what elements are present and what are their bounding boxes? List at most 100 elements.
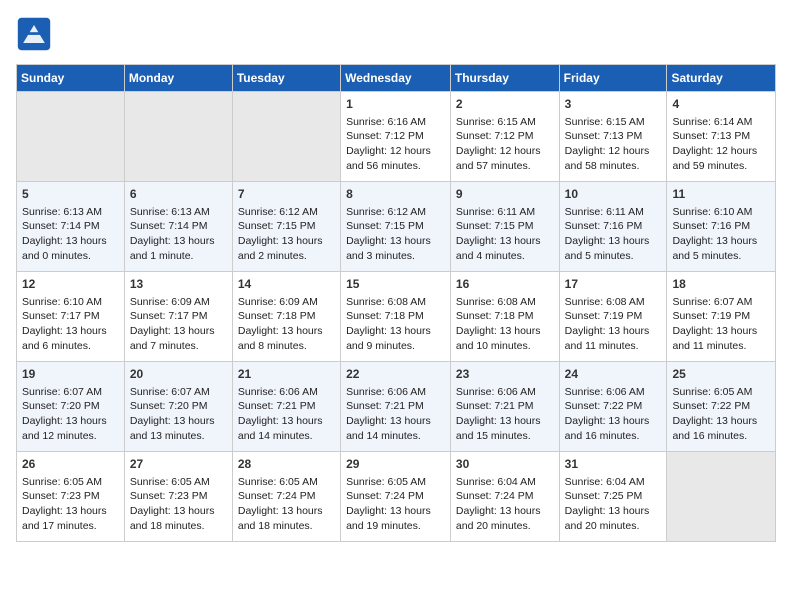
calendar-cell xyxy=(667,452,776,542)
calendar-cell xyxy=(232,92,340,182)
day-info: Sunrise: 6:11 AM Sunset: 7:16 PM Dayligh… xyxy=(565,205,662,264)
day-number: 23 xyxy=(456,366,554,383)
day-info: Sunrise: 6:07 AM Sunset: 7:20 PM Dayligh… xyxy=(22,385,119,444)
day-number: 25 xyxy=(672,366,770,383)
day-info: Sunrise: 6:06 AM Sunset: 7:22 PM Dayligh… xyxy=(565,385,662,444)
day-info: Sunrise: 6:06 AM Sunset: 7:21 PM Dayligh… xyxy=(238,385,335,444)
day-number: 10 xyxy=(565,186,662,203)
day-info: Sunrise: 6:11 AM Sunset: 7:15 PM Dayligh… xyxy=(456,205,554,264)
calendar-cell: 11 Sunrise: 6:10 AM Sunset: 7:16 PM Dayli… xyxy=(667,182,776,272)
day-info: Sunrise: 6:05 AM Sunset: 7:23 PM Dayligh… xyxy=(22,475,119,534)
page-header xyxy=(16,16,776,52)
day-number: 9 xyxy=(456,186,554,203)
calendar-header: SundayMondayTuesdayWednesdayThursdayFrid… xyxy=(17,65,776,92)
week-row-4: 26 Sunrise: 6:05 AM Sunset: 7:23 PM Dayli… xyxy=(17,452,776,542)
calendar-cell: 26 Sunrise: 6:05 AM Sunset: 7:23 PM Dayli… xyxy=(17,452,125,542)
calendar-cell: 20 Sunrise: 6:07 AM Sunset: 7:20 PM Dayli… xyxy=(124,362,232,452)
logo-icon xyxy=(16,16,52,52)
header-row: SundayMondayTuesdayWednesdayThursdayFrid… xyxy=(17,65,776,92)
day-number: 20 xyxy=(130,366,227,383)
calendar-cell: 23 Sunrise: 6:06 AM Sunset: 7:21 PM Dayli… xyxy=(450,362,559,452)
calendar-cell: 1Sunrise: 6:16 AM Sunset: 7:12 PM Daylig… xyxy=(341,92,451,182)
calendar-cell: 2 Sunrise: 6:15 AM Sunset: 7:12 PM Daylig… xyxy=(450,92,559,182)
calendar-cell: 19 Sunrise: 6:07 AM Sunset: 7:20 PM Dayli… xyxy=(17,362,125,452)
day-info: Sunrise: 6:13 AM Sunset: 7:14 PM Dayligh… xyxy=(22,205,119,264)
logo xyxy=(16,16,58,52)
calendar-cell: 5Sunrise: 6:13 AM Sunset: 7:14 PM Daylig… xyxy=(17,182,125,272)
day-number: 31 xyxy=(565,456,662,473)
day-number: 14 xyxy=(238,276,335,293)
calendar-cell: 16 Sunrise: 6:08 AM Sunset: 7:18 PM Dayli… xyxy=(450,272,559,362)
day-number: 18 xyxy=(672,276,770,293)
header-wednesday: Wednesday xyxy=(341,65,451,92)
calendar-table: SundayMondayTuesdayWednesdayThursdayFrid… xyxy=(16,64,776,542)
day-number: 21 xyxy=(238,366,335,383)
header-friday: Friday xyxy=(559,65,667,92)
calendar-cell: 31Sunrise: 6:04 AM Sunset: 7:25 PM Dayli… xyxy=(559,452,667,542)
calendar-cell: 15 Sunrise: 6:08 AM Sunset: 7:18 PM Dayli… xyxy=(341,272,451,362)
day-number: 16 xyxy=(456,276,554,293)
day-number: 8 xyxy=(346,186,445,203)
day-info: Sunrise: 6:06 AM Sunset: 7:21 PM Dayligh… xyxy=(346,385,445,444)
day-number: 26 xyxy=(22,456,119,473)
calendar-cell xyxy=(17,92,125,182)
day-number: 4 xyxy=(672,96,770,113)
day-number: 22 xyxy=(346,366,445,383)
calendar-cell: 9 Sunrise: 6:11 AM Sunset: 7:15 PM Daylig… xyxy=(450,182,559,272)
day-info: Sunrise: 6:16 AM Sunset: 7:12 PM Dayligh… xyxy=(346,115,445,174)
day-number: 19 xyxy=(22,366,119,383)
calendar-cell: 10 Sunrise: 6:11 AM Sunset: 7:16 PM Dayli… xyxy=(559,182,667,272)
day-info: Sunrise: 6:07 AM Sunset: 7:20 PM Dayligh… xyxy=(130,385,227,444)
calendar-cell: 30 Sunrise: 6:04 AM Sunset: 7:24 PM Dayli… xyxy=(450,452,559,542)
calendar-cell: 18 Sunrise: 6:07 AM Sunset: 7:19 PM Dayli… xyxy=(667,272,776,362)
calendar-cell: 22 Sunrise: 6:06 AM Sunset: 7:21 PM Dayli… xyxy=(341,362,451,452)
day-number: 27 xyxy=(130,456,227,473)
day-number: 2 xyxy=(456,96,554,113)
calendar-cell: 3Sunrise: 6:15 AM Sunset: 7:13 PM Daylig… xyxy=(559,92,667,182)
day-info: Sunrise: 6:08 AM Sunset: 7:18 PM Dayligh… xyxy=(346,295,445,354)
day-number: 6 xyxy=(130,186,227,203)
calendar-cell: 6 Sunrise: 6:13 AM Sunset: 7:14 PM Daylig… xyxy=(124,182,232,272)
day-info: Sunrise: 6:08 AM Sunset: 7:18 PM Dayligh… xyxy=(456,295,554,354)
header-tuesday: Tuesday xyxy=(232,65,340,92)
calendar-cell: 13Sunrise: 6:09 AM Sunset: 7:17 PM Dayli… xyxy=(124,272,232,362)
calendar-cell: 24 Sunrise: 6:06 AM Sunset: 7:22 PM Dayli… xyxy=(559,362,667,452)
calendar-cell: 17 Sunrise: 6:08 AM Sunset: 7:19 PM Dayli… xyxy=(559,272,667,362)
day-info: Sunrise: 6:04 AM Sunset: 7:24 PM Dayligh… xyxy=(456,475,554,534)
day-number: 17 xyxy=(565,276,662,293)
calendar-cell: 25Sunrise: 6:05 AM Sunset: 7:22 PM Dayli… xyxy=(667,362,776,452)
day-info: Sunrise: 6:05 AM Sunset: 7:24 PM Dayligh… xyxy=(238,475,335,534)
header-thursday: Thursday xyxy=(450,65,559,92)
calendar-cell: 12Sunrise: 6:10 AM Sunset: 7:17 PM Dayli… xyxy=(17,272,125,362)
day-info: Sunrise: 6:10 AM Sunset: 7:16 PM Dayligh… xyxy=(672,205,770,264)
day-info: Sunrise: 6:12 AM Sunset: 7:15 PM Dayligh… xyxy=(238,205,335,264)
day-number: 11 xyxy=(672,186,770,203)
day-info: Sunrise: 6:13 AM Sunset: 7:14 PM Dayligh… xyxy=(130,205,227,264)
week-row-3: 19 Sunrise: 6:07 AM Sunset: 7:20 PM Dayli… xyxy=(17,362,776,452)
calendar-cell: 7Sunrise: 6:12 AM Sunset: 7:15 PM Daylig… xyxy=(232,182,340,272)
day-info: Sunrise: 6:05 AM Sunset: 7:24 PM Dayligh… xyxy=(346,475,445,534)
day-info: Sunrise: 6:08 AM Sunset: 7:19 PM Dayligh… xyxy=(565,295,662,354)
day-info: Sunrise: 6:15 AM Sunset: 7:12 PM Dayligh… xyxy=(456,115,554,174)
calendar-cell: 28Sunrise: 6:05 AM Sunset: 7:24 PM Dayli… xyxy=(232,452,340,542)
day-info: Sunrise: 6:05 AM Sunset: 7:23 PM Dayligh… xyxy=(130,475,227,534)
day-info: Sunrise: 6:07 AM Sunset: 7:19 PM Dayligh… xyxy=(672,295,770,354)
day-info: Sunrise: 6:09 AM Sunset: 7:17 PM Dayligh… xyxy=(130,295,227,354)
calendar-body: 1Sunrise: 6:16 AM Sunset: 7:12 PM Daylig… xyxy=(17,92,776,542)
day-number: 30 xyxy=(456,456,554,473)
day-info: Sunrise: 6:14 AM Sunset: 7:13 PM Dayligh… xyxy=(672,115,770,174)
calendar-cell: 8 Sunrise: 6:12 AM Sunset: 7:15 PM Daylig… xyxy=(341,182,451,272)
day-number: 3 xyxy=(565,96,662,113)
calendar-cell: 21 Sunrise: 6:06 AM Sunset: 7:21 PM Dayli… xyxy=(232,362,340,452)
day-info: Sunrise: 6:10 AM Sunset: 7:17 PM Dayligh… xyxy=(22,295,119,354)
calendar-cell: 4 Sunrise: 6:14 AM Sunset: 7:13 PM Daylig… xyxy=(667,92,776,182)
week-row-1: 5Sunrise: 6:13 AM Sunset: 7:14 PM Daylig… xyxy=(17,182,776,272)
header-monday: Monday xyxy=(124,65,232,92)
week-row-0: 1Sunrise: 6:16 AM Sunset: 7:12 PM Daylig… xyxy=(17,92,776,182)
calendar-cell: 14Sunrise: 6:09 AM Sunset: 7:18 PM Dayli… xyxy=(232,272,340,362)
day-info: Sunrise: 6:12 AM Sunset: 7:15 PM Dayligh… xyxy=(346,205,445,264)
day-number: 15 xyxy=(346,276,445,293)
week-row-2: 12Sunrise: 6:10 AM Sunset: 7:17 PM Dayli… xyxy=(17,272,776,362)
day-number: 24 xyxy=(565,366,662,383)
day-info: Sunrise: 6:06 AM Sunset: 7:21 PM Dayligh… xyxy=(456,385,554,444)
